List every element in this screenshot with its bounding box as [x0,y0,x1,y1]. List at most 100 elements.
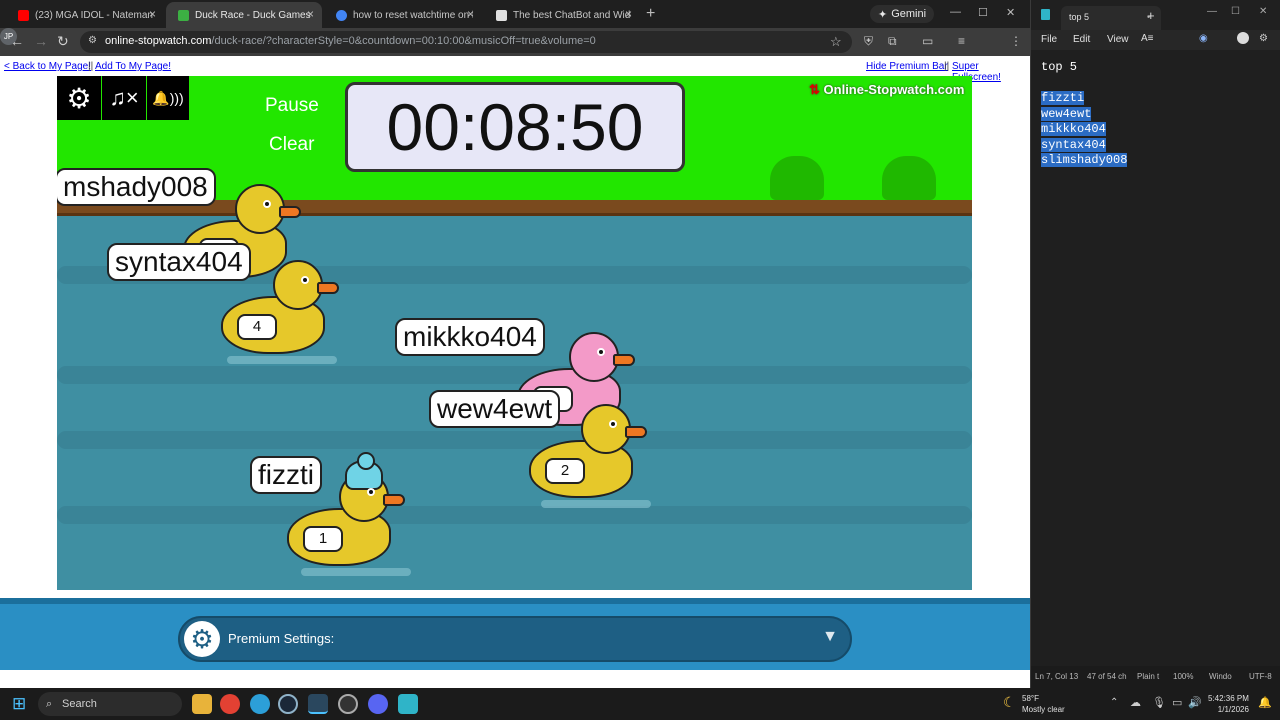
selected-text-line: slimshady008 [1041,153,1128,167]
clear-button[interactable]: Clear [269,134,314,156]
tab-title: (23) MGA IDOL - Nateman [35,9,153,21]
new-tab-button[interactable]: + [1147,8,1155,23]
file-explorer-icon[interactable] [192,694,212,714]
online-stopwatch-logo[interactable]: ⇅ Online-Stopwatch.com [809,82,964,98]
tab-chatbot[interactable]: The best ChatBot and Widgets × [484,2,640,28]
minimize-icon[interactable]: — [1207,6,1217,17]
text-line [1041,76,1271,92]
shield-extension-icon[interactable]: ⛨ [864,34,873,49]
cast-icon[interactable]: ▭ [922,34,933,48]
duck-beak [613,354,635,366]
taskbar-search[interactable]: ⌕ Search [38,692,182,716]
web-page: < Back to My Page! || Add To My Page! Hi… [0,56,1030,688]
chevron-up-icon[interactable]: ⌃ [1110,697,1118,708]
premium-settings-bar[interactable]: ⚙ Premium Settings: ▼ [178,616,852,662]
volume-icon[interactable]: 🔊 [1188,696,1202,709]
chevron-down-icon[interactable]: ▼ [822,628,838,646]
notepad-editor[interactable]: top 5 fizzti wew4ewt mikkko404 syntax404… [1031,50,1280,666]
tab-search[interactable]: how to reset watchtime on bot × [324,2,482,28]
maximize-icon[interactable]: ☐ [1231,6,1240,17]
settings-button[interactable]: ⚙ [57,76,101,120]
forward-arrow-icon[interactable]: → [34,33,48,49]
weather-moon-icon: ☾ [1003,694,1016,710]
close-icon[interactable]: × [149,7,156,21]
obs-icon[interactable] [338,694,358,714]
link-separator: || [944,61,950,72]
new-tab-button[interactable]: + [646,5,655,23]
back-arrow-icon[interactable]: ← [10,33,24,49]
duck-name-label: wew4ewt [429,390,561,428]
duck-number: 4 [237,314,277,340]
chrome-icon[interactable] [220,694,240,714]
network-icon[interactable]: ▭ [1172,696,1182,709]
steam-icon[interactable] [278,694,298,714]
menu-view[interactable]: View [1107,34,1129,45]
line-ending: Windo [1209,672,1232,681]
duck-head [569,332,619,382]
gemini-button[interactable]: ✦ Gemini [870,5,935,23]
close-window-icon[interactable]: ✕ [1006,6,1015,19]
tab-title: The best ChatBot and Widgets [513,9,631,21]
cursor-position: Ln 7, Col 13 [1035,672,1079,681]
extensions-puzzle-icon[interactable]: ⧉ [888,34,897,49]
microphone-icon[interactable]: 🎙 [1152,696,1166,709]
zoom-level: 100% [1173,672,1194,681]
duck-name-label: syntax404 [107,243,251,281]
tab-duck-race[interactable]: Duck Race - Duck Games × [166,2,322,28]
weather-desc: Mostly clear [1022,705,1065,714]
char-count: 47 of 54 ch [1087,672,1127,681]
maximize-icon[interactable]: ☐ [978,6,988,19]
notepad-app-icon [1041,9,1050,20]
selected-text-line: fizzti [1041,91,1085,105]
media-controls-icon[interactable]: ≡ [958,34,965,48]
kebab-menu-icon[interactable]: ⋮ [1010,34,1022,48]
bush [770,156,824,200]
close-icon[interactable]: × [467,7,474,21]
add-to-my-page-link[interactable]: Add To My Page! [95,61,171,72]
copilot-icon[interactable]: ◉ [1199,33,1208,44]
notepad-tab[interactable]: top 5 • [1061,6,1161,30]
knit-hat [345,452,383,490]
close-window-icon[interactable]: ✕ [1259,6,1267,17]
tab-youtube[interactable]: (23) MGA IDOL - Nateman × [6,2,164,28]
menu-file[interactable]: File [1041,34,1057,45]
address-bar[interactable]: ⚙ online-stopwatch.com/duck-race/?charac… [80,31,852,53]
settings-gear-icon[interactable]: ⚙ [1259,33,1268,44]
duck-race-game: ⚙ ♫× 🔔))) Pause Clear 00:08:50 ⇅ Online-… [57,76,972,590]
windows-start-icon[interactable]: ⊞ [12,695,26,712]
formatting-icon[interactable]: A≡ [1141,33,1154,44]
windows-taskbar: ⊞ ⌕ Search ☾ 58°F Mostly clear ⌃ ☁ 🎙 ▭ 🔊… [0,688,1280,720]
search-icon: ⌕ [46,698,53,710]
system-clock[interactable]: 5:42:36 PM 1/1/2026 [1208,693,1249,715]
back-to-my-page-link[interactable]: < Back to My Page! [4,61,91,72]
duck-number: 2 [545,458,585,484]
music-toggle-button[interactable]: ♫× [102,76,146,120]
edge-icon[interactable] [250,694,270,714]
duck-beak [625,426,647,438]
duck-favicon-icon [178,9,189,21]
reload-icon[interactable]: ↻ [57,33,69,50]
gear-icon: ⚙ [184,621,220,657]
notepad-statusbar: Ln 7, Col 13 47 of 54 ch Plain t 100% Wi… [1031,666,1280,688]
tab-title: how to reset watchtime on bot [353,9,473,21]
minimize-icon[interactable]: — [950,6,961,18]
browser-toolbar: ← → ↻ ⚙ online-stopwatch.com/duck-race/?… [0,28,1030,56]
weather-widget[interactable]: 58°F Mostly clear [1022,693,1065,715]
discord-icon[interactable] [368,694,388,714]
close-icon[interactable]: × [625,7,632,21]
music-muted-icon: ♫× [109,85,139,110]
youtube-icon [18,9,29,21]
file-format: Plain t [1137,672,1160,681]
notification-bell-icon[interactable]: 🔔 [1258,696,1272,709]
pause-button[interactable]: Pause [265,95,319,117]
site-info-icon[interactable]: ⚙ [88,35,97,46]
onedrive-icon[interactable]: ☁ [1130,696,1141,709]
menu-edit[interactable]: Edit [1073,34,1090,45]
hide-premium-bar-link[interactable]: Hide Premium Bar [866,61,948,72]
steam-running-icon[interactable] [308,694,328,714]
bookmark-star-icon[interactable]: ☆ [830,34,842,50]
account-avatar[interactable] [1237,32,1249,44]
notepad-taskbar-icon[interactable] [398,694,418,714]
sound-toggle-button[interactable]: 🔔))) [147,76,189,120]
close-icon[interactable]: × [307,7,314,21]
